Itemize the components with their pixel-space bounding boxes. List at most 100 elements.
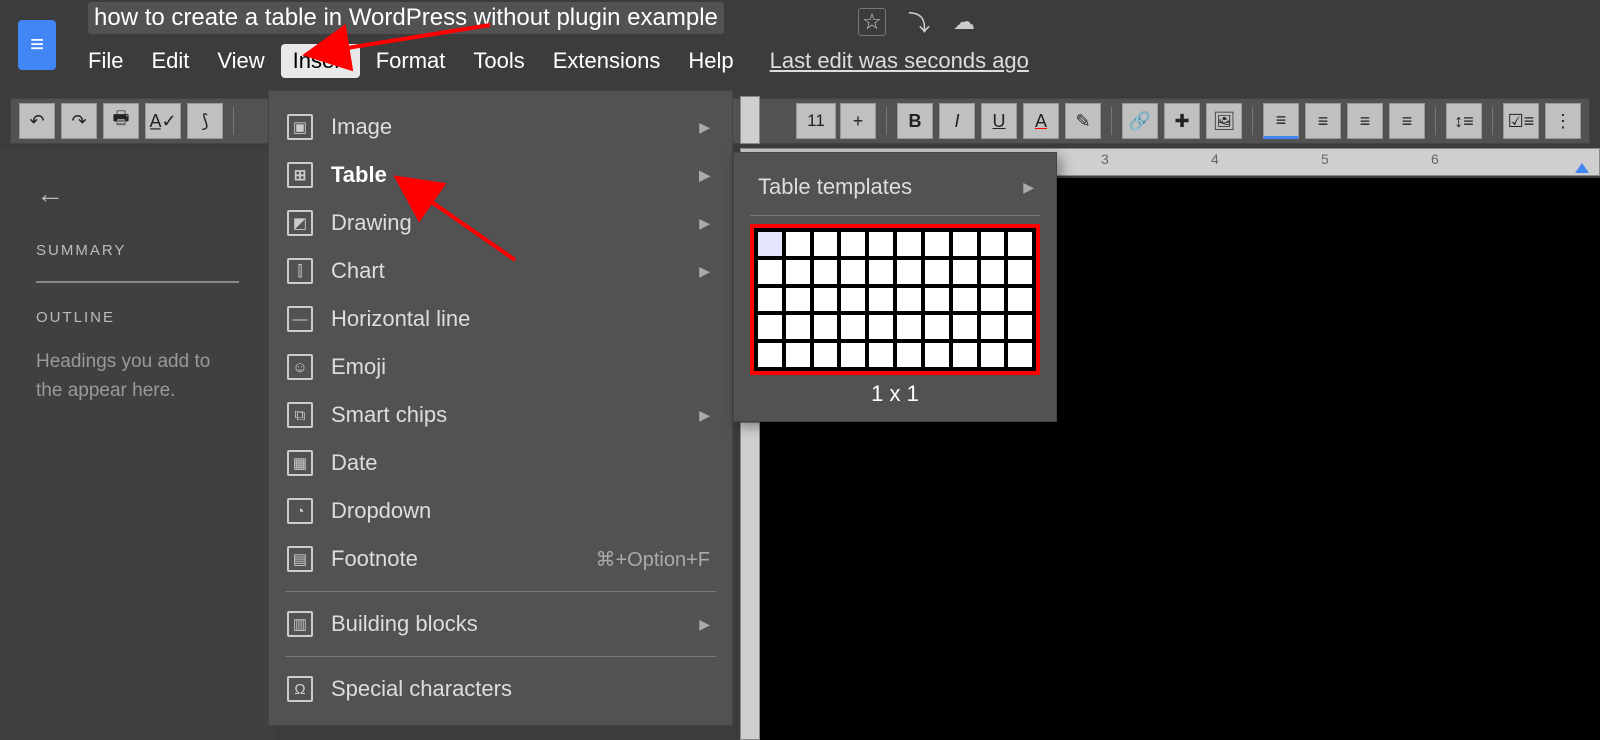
table-grid-cell[interactable]	[897, 315, 921, 339]
checklist-button[interactable]: ☑≡	[1503, 103, 1539, 139]
insert-hr-item[interactable]: — Horizontal line	[269, 295, 732, 343]
table-grid-cell[interactable]	[841, 260, 865, 284]
move-to-folder-icon[interactable]: ⤵	[905, 8, 933, 36]
table-grid-cell[interactable]	[953, 260, 977, 284]
table-grid-cell[interactable]	[869, 260, 893, 284]
vertical-ruler[interactable]	[740, 422, 760, 740]
spellcheck-button[interactable]: A̲✓	[145, 103, 181, 139]
table-grid-cell[interactable]	[869, 315, 893, 339]
menu-tools[interactable]: Tools	[473, 48, 524, 74]
last-edit-link[interactable]: Last edit was seconds ago	[770, 48, 1029, 74]
print-button[interactable]: 🖶	[103, 103, 139, 139]
table-grid-cell[interactable]	[758, 260, 782, 284]
insert-chart-item[interactable]: ⫿ Chart ▶	[269, 247, 732, 295]
table-grid-cell[interactable]	[981, 315, 1005, 339]
paint-format-button[interactable]: ⟆	[187, 103, 223, 139]
table-grid-cell[interactable]	[925, 260, 949, 284]
document-title[interactable]: how to create a table in WordPress witho…	[88, 2, 724, 34]
table-grid-cell[interactable]	[869, 232, 893, 256]
back-arrow-icon[interactable]: ←	[36, 178, 239, 210]
menu-view[interactable]: View	[217, 48, 264, 74]
table-grid-cell[interactable]	[953, 315, 977, 339]
table-grid-cell[interactable]	[953, 288, 977, 312]
more-button[interactable]: ⋮	[1545, 103, 1581, 139]
undo-button[interactable]: ↶	[19, 103, 55, 139]
insert-special-characters-item[interactable]: Ω Special characters	[269, 665, 732, 713]
insert-dropdown-item[interactable]: ◔ Dropdown	[269, 487, 732, 535]
menu-edit[interactable]: Edit	[151, 48, 189, 74]
underline-button[interactable]: U	[981, 103, 1017, 139]
table-grid-cell[interactable]	[925, 343, 949, 367]
table-grid-cell[interactable]	[841, 343, 865, 367]
table-grid-cell[interactable]	[897, 260, 921, 284]
table-templates-item[interactable]: Table templates ▶	[734, 165, 1056, 209]
table-grid-cell[interactable]	[758, 232, 782, 256]
table-grid-cell[interactable]	[814, 260, 838, 284]
table-grid-cell[interactable]	[897, 343, 921, 367]
insert-drawing-item[interactable]: ◩ Drawing ▶	[269, 199, 732, 247]
table-grid-cell[interactable]	[758, 315, 782, 339]
add-comment-button[interactable]: ✚	[1164, 103, 1200, 139]
redo-button[interactable]: ↷	[61, 103, 97, 139]
table-grid-cell[interactable]	[841, 315, 865, 339]
table-grid-cell[interactable]	[981, 288, 1005, 312]
table-grid-cell[interactable]	[814, 315, 838, 339]
table-grid-cell[interactable]	[786, 288, 810, 312]
italic-button[interactable]: I	[939, 103, 975, 139]
font-size-increase-button[interactable]: +	[840, 103, 876, 139]
table-grid-cell[interactable]	[786, 315, 810, 339]
ruler-indicator-icon[interactable]	[1575, 163, 1589, 173]
font-size-input[interactable]: 11	[796, 103, 836, 139]
insert-table-item[interactable]: ⊞ Table ▶	[269, 151, 732, 199]
align-right-button[interactable]: ≡	[1347, 103, 1383, 139]
cloud-status-icon[interactable]: ☁	[950, 8, 978, 36]
menu-format[interactable]: Format	[376, 48, 446, 74]
insert-image-button[interactable]: 🖼	[1206, 103, 1242, 139]
table-grid-cell[interactable]	[981, 343, 1005, 367]
insert-date-item[interactable]: ▦ Date	[269, 439, 732, 487]
insert-image-item[interactable]: ▣ Image ▶	[269, 103, 732, 151]
align-left-button[interactable]: ≡	[1263, 103, 1299, 139]
table-grid-cell[interactable]	[758, 288, 782, 312]
star-icon[interactable]: ☆	[858, 8, 886, 36]
table-grid-cell[interactable]	[814, 232, 838, 256]
table-grid-cell[interactable]	[981, 260, 1005, 284]
bold-button[interactable]: B	[897, 103, 933, 139]
text-color-button[interactable]: A	[1023, 103, 1059, 139]
menu-file[interactable]: File	[88, 48, 123, 74]
table-grid-cell[interactable]	[869, 288, 893, 312]
table-grid-cell[interactable]	[897, 232, 921, 256]
menu-help[interactable]: Help	[688, 48, 733, 74]
menu-extensions[interactable]: Extensions	[553, 48, 661, 74]
table-grid-cell[interactable]	[925, 288, 949, 312]
insert-smart-chips-item[interactable]: ⧉ Smart chips ▶	[269, 391, 732, 439]
table-grid-cell[interactable]	[786, 343, 810, 367]
menu-insert[interactable]: Insert	[281, 44, 360, 78]
table-grid-cell[interactable]	[786, 260, 810, 284]
table-grid-cell[interactable]	[1008, 260, 1032, 284]
docs-logo-icon[interactable]	[18, 20, 56, 70]
insert-building-blocks-item[interactable]: ▥ Building blocks ▶	[269, 600, 732, 648]
table-grid-cell[interactable]	[869, 343, 893, 367]
table-grid[interactable]	[754, 228, 1036, 371]
table-grid-cell[interactable]	[814, 343, 838, 367]
table-grid-cell[interactable]	[925, 315, 949, 339]
highlight-button[interactable]: ✎	[1065, 103, 1101, 139]
table-grid-cell[interactable]	[1008, 315, 1032, 339]
table-grid-cell[interactable]	[953, 232, 977, 256]
table-grid-cell[interactable]	[953, 343, 977, 367]
table-grid-cell[interactable]	[786, 232, 810, 256]
table-grid-cell[interactable]	[981, 232, 1005, 256]
table-grid-selector[interactable]	[750, 224, 1040, 375]
table-grid-cell[interactable]	[814, 288, 838, 312]
table-grid-cell[interactable]	[841, 288, 865, 312]
table-grid-cell[interactable]	[1008, 288, 1032, 312]
line-spacing-button[interactable]: ↕≡	[1446, 103, 1482, 139]
table-grid-cell[interactable]	[1008, 343, 1032, 367]
align-justify-button[interactable]: ≡	[1389, 103, 1425, 139]
table-grid-cell[interactable]	[841, 232, 865, 256]
insert-link-button[interactable]: 🔗	[1122, 103, 1158, 139]
table-grid-cell[interactable]	[758, 343, 782, 367]
align-center-button[interactable]: ≡	[1305, 103, 1341, 139]
insert-emoji-item[interactable]: ☺ Emoji	[269, 343, 732, 391]
